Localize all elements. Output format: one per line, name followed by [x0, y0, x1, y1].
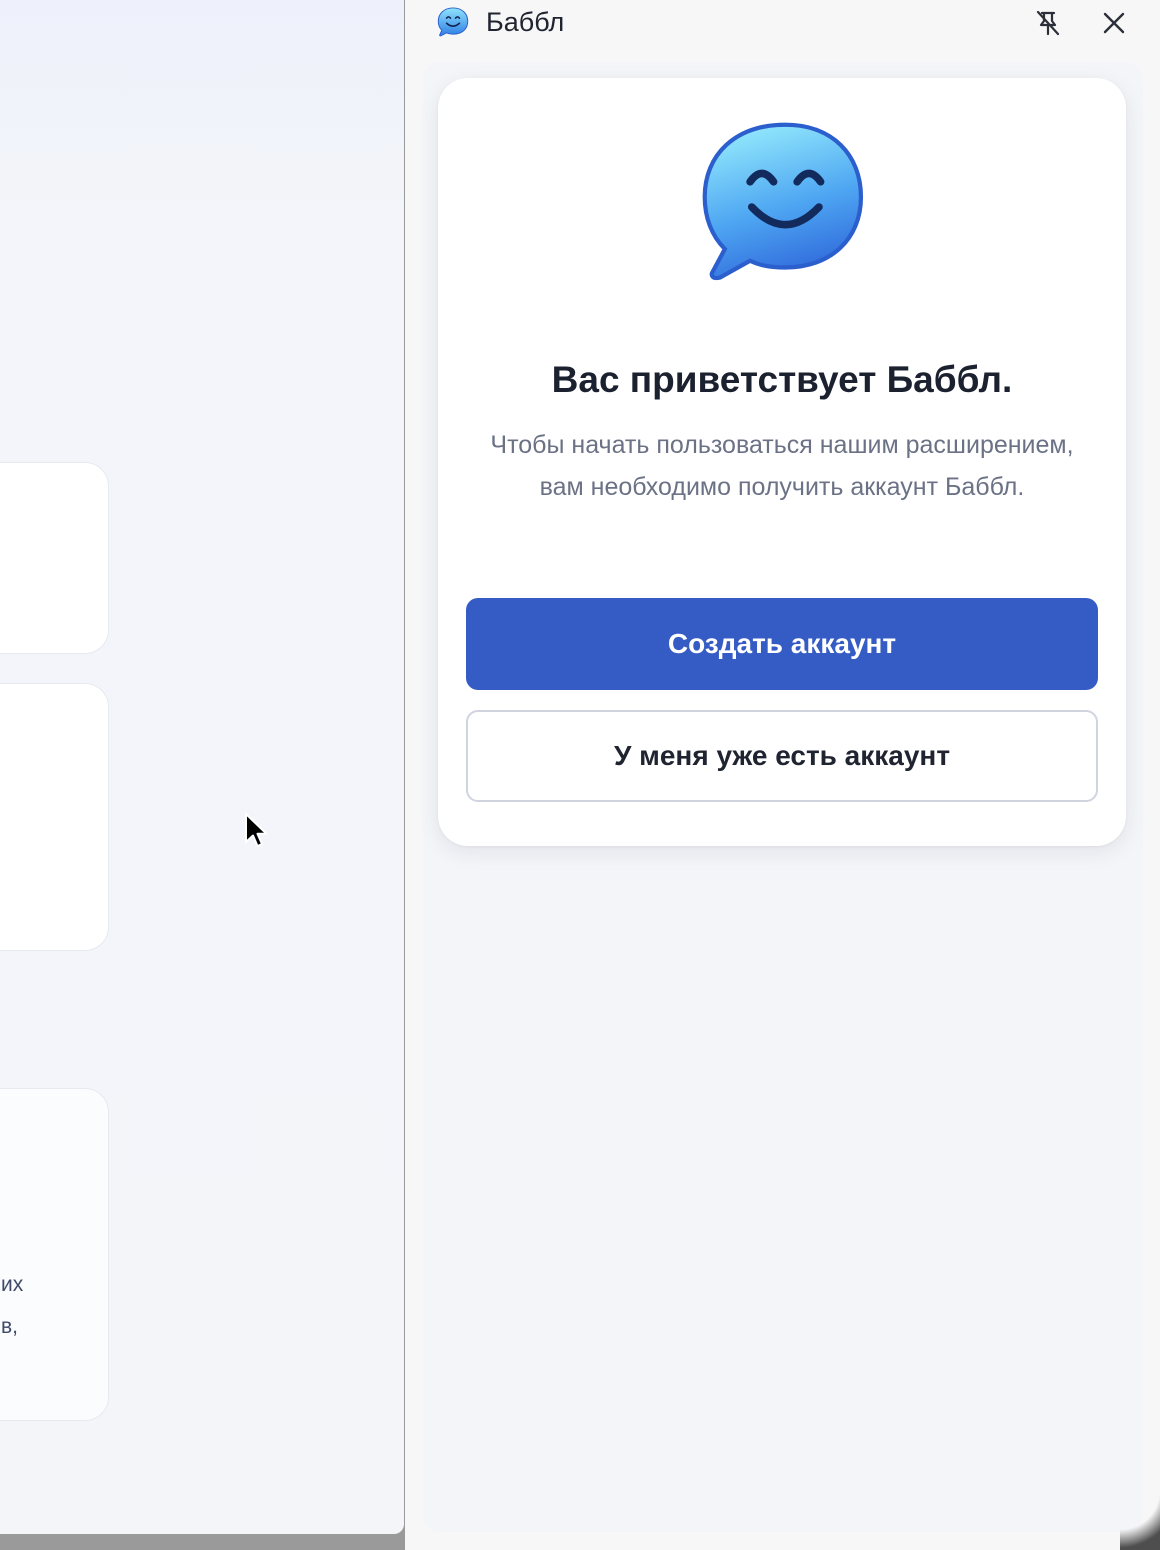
panel-title: Баббл: [486, 7, 565, 37]
unpin-button[interactable]: [1031, 6, 1065, 40]
background-card[interactable]: [0, 462, 109, 654]
close-button[interactable]: [1097, 6, 1131, 40]
panel-header: Баббл: [405, 0, 1160, 46]
create-account-button[interactable]: Создать аккаунт: [466, 598, 1098, 690]
smiling-speech-bubble-icon: [437, 7, 469, 37]
welcome-description: Чтобы начать пользоваться нашим расширен…: [490, 431, 1074, 501]
side-panel: Баббл Вас приветствует Баббл. Чтобы нача…: [405, 0, 1160, 1550]
mouse-pointer-icon: [245, 813, 268, 847]
background-page: их в,: [0, 0, 404, 1534]
window-corner-shadow: [1120, 1490, 1160, 1550]
have-account-button[interactable]: У меня уже есть аккаунт: [466, 710, 1098, 802]
welcome-title: Вас приветствует Баббл.: [551, 359, 1013, 400]
background-card[interactable]: их в,: [0, 1088, 109, 1421]
background-card[interactable]: [0, 683, 109, 951]
welcome-card: Вас приветствует Баббл. Чтобы начать пол…: [438, 78, 1126, 846]
background-text-fragment: их: [1, 1273, 24, 1296]
unpin-icon: [1036, 10, 1060, 36]
background-text-fragment: в,: [1, 1315, 18, 1338]
smiling-speech-bubble-icon: [702, 122, 864, 281]
close-icon: [1103, 12, 1125, 34]
